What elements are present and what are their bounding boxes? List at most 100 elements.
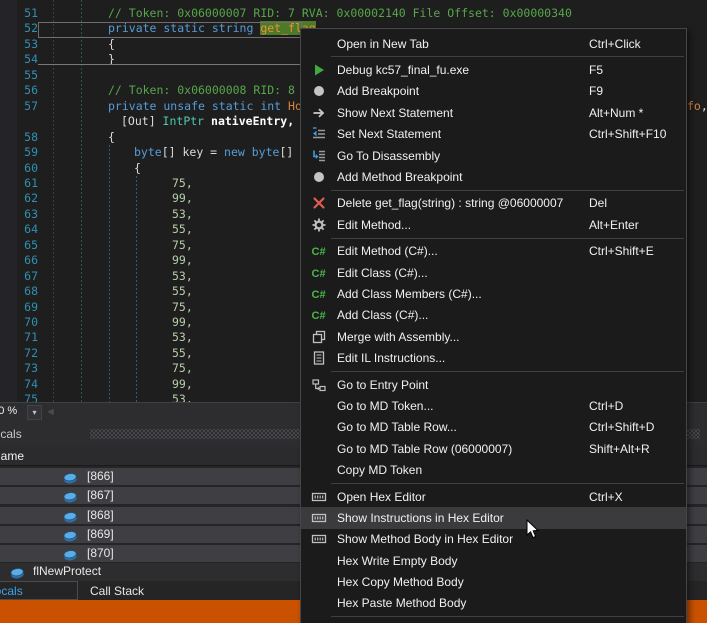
- dnspy-window: 51 // Token: 0x06000007 RID: 7 RVA: 0x000…: [0, 0, 707, 623]
- menu-item[interactable]: C# Edit Class (C#)...: [301, 262, 686, 283]
- code-token: // Token: 0x06000007 RID: 7 RVA: 0x00002…: [108, 6, 572, 20]
- code-token: [245, 145, 252, 159]
- line-number: 65: [0, 238, 38, 253]
- menu-item[interactable]: Go To Disassembly: [301, 145, 686, 166]
- code-token: fo: [687, 99, 701, 113]
- menu-item-label: Set Next Statement: [337, 127, 441, 141]
- menu-item[interactable]: Copy MD Token: [301, 459, 686, 480]
- tab-call-stack[interactable]: Call Stack: [90, 584, 144, 598]
- menu-item-label: Show Method Body in Hex Editor: [337, 532, 513, 546]
- locals-row-label: flNewProtect: [33, 564, 101, 578]
- locals-panel-title: Locals: [0, 427, 22, 441]
- breakpoint-icon: [301, 169, 337, 185]
- line-number: 52: [0, 21, 38, 36]
- menu-item[interactable]: C#Add Class Members (C#)...: [301, 283, 686, 304]
- code-token: new: [224, 145, 245, 159]
- menu-item[interactable]: Hex Paste Method Body: [301, 593, 686, 614]
- gear-icon: [301, 217, 337, 233]
- name-column-label: Name: [0, 449, 24, 463]
- csharp-icon: C#: [301, 265, 337, 281]
- menu-item[interactable]: Show Instructions in Hex Editor: [301, 507, 686, 528]
- zoom-level: 100 %: [0, 405, 17, 417]
- menu-item[interactable]: Hex Write Empty Body: [301, 550, 686, 571]
- menu-item[interactable]: Edit IL Instructions...: [301, 347, 686, 368]
- menu-item[interactable]: Hex Copy Method Body: [301, 571, 686, 592]
- line-number: 51: [0, 6, 38, 21]
- menu-item[interactable]: Debug kc57_final_fu.exeF5: [301, 59, 686, 80]
- menu-item-shortcut: Alt+Num *: [589, 106, 643, 120]
- menu-item-label: Add Breakpoint: [337, 84, 419, 98]
- menu-item[interactable]: Open in New TabCtrl+Click: [301, 33, 686, 54]
- menu-item[interactable]: Edit Method...Alt+Enter: [301, 214, 686, 235]
- menu-item-label: Merge with Assembly...: [337, 330, 459, 344]
- code-token: 99,: [172, 377, 193, 391]
- menu-item[interactable]: Delete get_flag(string) : string @060000…: [301, 193, 686, 214]
- menu-item[interactable]: C#Edit Method (C#)...Ctrl+Shift+E: [301, 241, 686, 262]
- code-line[interactable]: 51 // Token: 0x06000007 RID: 7 RVA: 0x000…: [0, 6, 707, 21]
- menu-item-label: Open Hex Editor: [337, 490, 426, 504]
- menu-item[interactable]: Go to MD Table Row...Ctrl+Shift+D: [301, 417, 686, 438]
- menu-item-shortcut: Ctrl+Shift+F10: [589, 127, 666, 141]
- breakpoint-icon: [301, 83, 337, 99]
- code-token: byte: [252, 145, 280, 159]
- line-number: 72: [0, 346, 38, 361]
- hex-editor-icon: [301, 510, 337, 526]
- mouse-cursor: [526, 519, 540, 545]
- menu-item-label: Hex Copy Method Body: [337, 575, 464, 589]
- field-icon: [62, 489, 77, 502]
- code-token: IntPtr: [163, 114, 205, 128]
- svg-text:C#: C#: [312, 268, 326, 280]
- line-number: 57: [0, 99, 38, 114]
- tab-locals-label: Locals: [0, 584, 23, 598]
- code-token: 75,: [172, 300, 193, 314]
- locals-row-label: [868]: [87, 508, 114, 522]
- menu-item[interactable]: Show Next StatementAlt+Num *: [301, 102, 686, 123]
- arrow-right-icon: [301, 105, 337, 121]
- line-number: 59: [0, 145, 38, 160]
- code-token: 53,: [172, 392, 193, 402]
- menu-separator: [331, 371, 684, 372]
- menu-item[interactable]: Go to MD Token...Ctrl+D: [301, 395, 686, 416]
- menu-item-label: Go to MD Token...: [337, 399, 434, 413]
- tab-locals[interactable]: Locals: [0, 581, 78, 600]
- code-token: 53,: [172, 330, 193, 344]
- line-number: 62: [0, 191, 38, 206]
- hscroll-left-arrow-icon[interactable]: ◄: [45, 405, 56, 420]
- menu-item-label: Edit Class (C#)...: [337, 266, 428, 280]
- svg-text:C#: C#: [312, 310, 326, 322]
- menu-item[interactable]: Go to MD Table Row (06000007)Shift+Alt+R: [301, 438, 686, 459]
- menu-item[interactable]: Add BreakpointF9: [301, 81, 686, 102]
- line-number: 74: [0, 377, 38, 392]
- menu-item-label: Add Class (C#)...: [337, 308, 428, 322]
- svg-text:C#: C#: [312, 246, 326, 258]
- hex-editor-icon: [301, 489, 337, 505]
- il-document-icon: [301, 350, 337, 366]
- menu-item[interactable]: Open Hex EditorCtrl+X: [301, 486, 686, 507]
- code-token: 55,: [172, 222, 193, 236]
- line-number: 75: [0, 392, 38, 402]
- menu-item-label: Go to MD Table Row...: [337, 420, 457, 434]
- field-icon: [62, 528, 77, 541]
- line-number: 64: [0, 222, 38, 237]
- menu-item[interactable]: Set Next Statement Ctrl+Shift+F10: [301, 124, 686, 145]
- delete-x-icon: [301, 195, 337, 211]
- line-number: 63: [0, 207, 38, 222]
- debug-play-icon: [301, 62, 337, 78]
- current-line-border: [38, 22, 302, 38]
- menu-item[interactable]: Show Method Body in Hex Editor: [301, 529, 686, 550]
- menu-item-label: Add Class Members (C#)...: [337, 287, 482, 301]
- entry-point-icon: [301, 377, 337, 393]
- menu-separator: [331, 238, 684, 239]
- menu-item[interactable]: Add Method Breakpoint: [301, 166, 686, 187]
- menu-item[interactable]: C# Add Class (C#)...: [301, 305, 686, 326]
- line-number: 61: [0, 176, 38, 191]
- csharp-icon: C#: [301, 307, 337, 323]
- line-number: 55: [0, 68, 38, 83]
- menu-item[interactable]: Merge with Assembly...: [301, 326, 686, 347]
- menu-item-shortcut: Ctrl+Shift+E: [589, 244, 654, 258]
- menu-item-shortcut: Alt+Enter: [589, 218, 639, 232]
- menu-item-shortcut: Del: [589, 196, 607, 210]
- zoom-dropdown-button[interactable]: ▾: [27, 405, 42, 420]
- menu-item[interactable]: Go to Entry Point: [301, 374, 686, 395]
- menu-separator: [331, 483, 684, 484]
